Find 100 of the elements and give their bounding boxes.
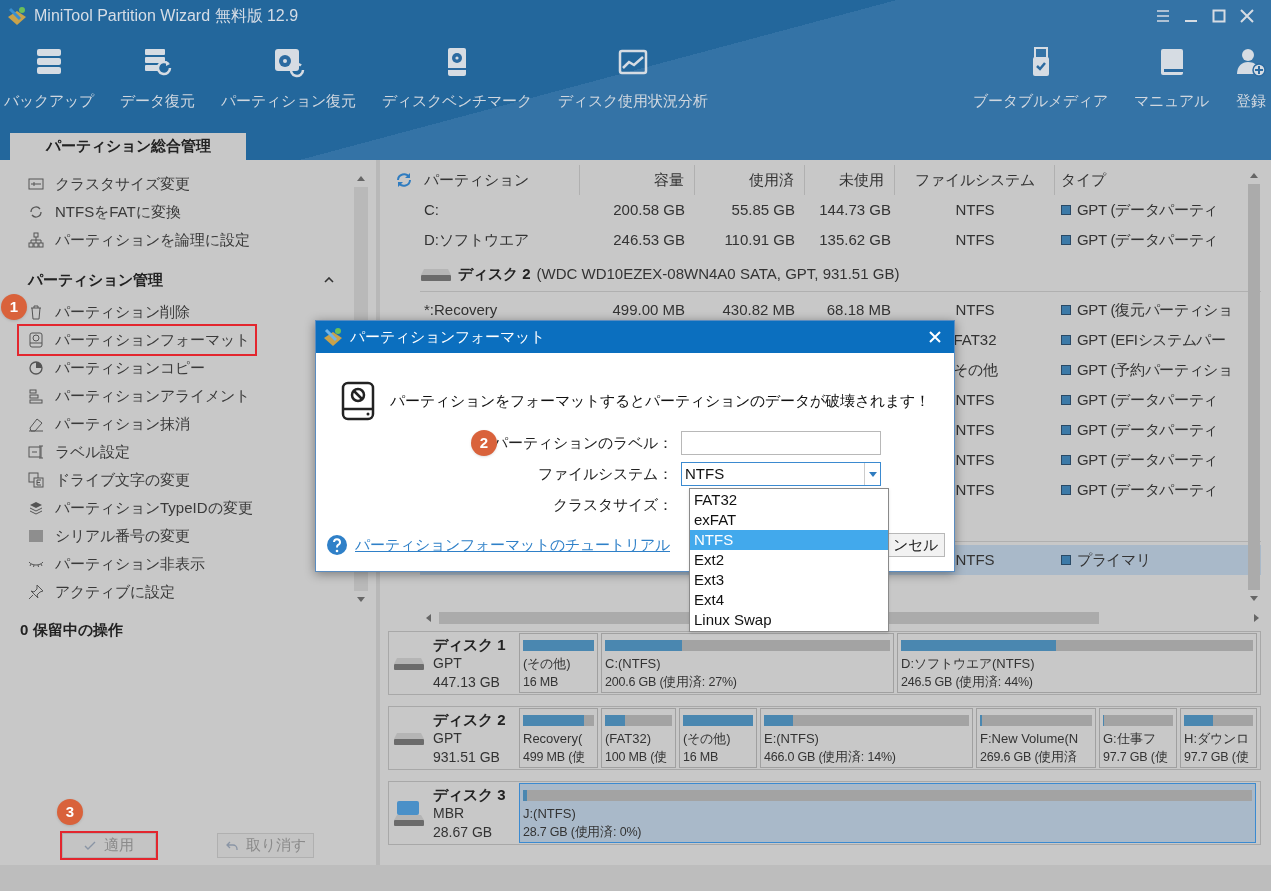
sidebar-item[interactable]: パーティションアライメント	[28, 382, 258, 410]
partition-block[interactable]: D:ソフトウエア(NTFS) 246.5 GB (使用済: 44%)	[897, 633, 1257, 693]
sidebar-item[interactable]: パーティションフォーマット	[19, 326, 255, 354]
input-field[interactable]	[681, 431, 881, 455]
partition-block[interactable]: G:仕事フ 97.7 GB (使	[1099, 708, 1177, 768]
toolbar-button[interactable]: データ復元	[120, 46, 195, 118]
table-cell: 430.82 MB	[722, 300, 795, 318]
hard-drive-icon	[393, 732, 425, 746]
toolbar-button[interactable]: 登録	[1235, 46, 1267, 118]
toolbar-button[interactable]: パーティション復元	[221, 46, 356, 118]
sidebar-item[interactable]: パーティションコピー	[28, 354, 213, 382]
partition-scheme: MBR	[433, 804, 466, 823]
close-icon	[1239, 8, 1255, 24]
toolbar-button[interactable]: マニュアル	[1134, 46, 1209, 118]
sidebar-item[interactable]: シリアル番号の変更	[28, 522, 198, 550]
square-icon	[1061, 235, 1071, 245]
square-icon	[1061, 455, 1071, 465]
tutorial-link[interactable]: パーティションフォーマットのチュートリアル	[355, 533, 670, 557]
table-cell: 200.58 GB	[613, 200, 685, 218]
partition-block[interactable]: (FAT32) 100 MB (使	[601, 708, 676, 768]
sidebar-item[interactable]: クラスタサイズ変更	[28, 170, 198, 198]
square-icon	[1061, 335, 1071, 345]
column-header[interactable]: 未使用	[805, 165, 895, 195]
sidebar-item[interactable]: アクティブに設定	[28, 578, 183, 606]
partition-size: 16 MB	[523, 674, 559, 691]
sidebar-item[interactable]: パーティション抹消	[28, 410, 198, 438]
table-cell: 135.62 GB	[819, 230, 891, 248]
column-header[interactable]: 使用済	[695, 165, 805, 195]
table-cell: FAT32	[953, 330, 997, 348]
partition-scheme: GPT	[433, 654, 463, 673]
partition-block[interactable]: E:(NTFS) 466.0 GB (使用済: 14%)	[760, 708, 973, 768]
partition-size: 97.7 GB (使	[1103, 749, 1168, 766]
disk-size: 931.51 GB	[433, 748, 501, 767]
usb-drive-icon	[393, 800, 425, 828]
disk-card[interactable]: ディスク 2 GPT 931.51 GB Recovery( 499 MB (使 (FAT32) 100 MB (使 (その他) 16 MB E:(NTFS) 466.0 GB (使用済: 14%) F:New Volume(N 269.6 GB (使用済 G:仕事フ 97.7 GB (使 H:ダウンロ 97.7 GB (使	[388, 706, 1261, 770]
partition-block[interactable]: (その他) 16 MB	[679, 708, 757, 768]
dropdown-option[interactable]: exFAT	[690, 510, 888, 530]
table-cell-text: GPT (データパーティ	[1077, 389, 1219, 410]
partition-size: 28.7 GB (使用済: 0%)	[523, 824, 642, 841]
sidebar-item[interactable]: パーティション非表示	[28, 550, 213, 578]
partition-block[interactable]: Recovery( 499 MB (使	[519, 708, 598, 768]
partition-block[interactable]: F:New Volume(N 269.6 GB (使用済	[976, 708, 1096, 768]
dropdown-option[interactable]: Ext2	[690, 550, 888, 570]
layers-icon	[28, 500, 44, 516]
partition-size: 100 MB (使	[605, 749, 667, 766]
toolbar-button[interactable]: ディスクベンチマーク	[382, 46, 532, 118]
scroll-down-icon	[1250, 596, 1258, 601]
toolbar-button[interactable]: ディスク使用状況分析	[558, 46, 708, 118]
table-cell: D:ソフトウエア	[424, 230, 529, 248]
sidebar-item[interactable]: パーティションを論理に設定	[28, 226, 258, 254]
partition-label: J:(NTFS)	[523, 805, 576, 823]
partition-label: D:ソフトウエア(NTFS)	[901, 655, 1035, 673]
dropdown[interactable]: NTFS	[681, 462, 881, 486]
column-header[interactable]: 容量	[580, 165, 695, 195]
disk-card[interactable]: ディスク 3 MBR 28.67 GB J:(NTFS) 28.7 GB (使用済: 0%)	[388, 781, 1261, 845]
step-number-badge: 2	[471, 430, 497, 456]
column-header[interactable]: タイプ	[1055, 165, 1245, 195]
sidebar-item[interactable]: パーティション削除	[28, 298, 198, 326]
dropdown-option[interactable]: FAT32	[690, 490, 888, 510]
square-icon	[1061, 365, 1071, 375]
user-plus-icon	[1235, 46, 1267, 78]
usage-bar	[523, 715, 594, 726]
dropdown-option[interactable]: Linux Swap	[690, 610, 888, 630]
disk-card[interactable]: ディスク 1 GPT 447.13 GB (その他) 16 MB C:(NTFS) 200.6 GB (使用済: 27%) D:ソフトウエア(NTFS) 246.5 GB (使用済: 44%)	[388, 631, 1261, 695]
table-cell: NTFS	[955, 420, 995, 438]
app-logo-icon	[322, 326, 344, 348]
sidebar-item[interactable]: ラベル設定	[28, 438, 138, 466]
usage-bar	[523, 640, 594, 651]
dropdown-option[interactable]: Ext3	[690, 570, 888, 590]
refresh-icon	[395, 171, 413, 189]
square-icon	[1061, 395, 1071, 405]
partition-block[interactable]: H:ダウンロ 97.7 GB (使	[1180, 708, 1257, 768]
sidebar-item[interactable]: パーティションTypeIDの変更	[28, 494, 261, 522]
table-cell: 246.53 GB	[613, 230, 685, 248]
cancel-button[interactable]: ンセル	[888, 533, 945, 557]
panel-tab[interactable]: パーティション総合管理	[10, 133, 246, 160]
partition-block[interactable]: (その他) 16 MB	[519, 633, 598, 693]
table-cell: その他	[952, 360, 998, 378]
square-icon	[1061, 485, 1071, 495]
scroll-left-icon	[426, 614, 431, 622]
partition-block[interactable]: C:(NTFS) 200.6 GB (使用済: 27%)	[601, 633, 894, 693]
partition-size: 499 MB (使	[523, 749, 585, 766]
table-cell: 499.00 MB	[612, 300, 685, 318]
dropdown-option[interactable]: Ext4	[690, 590, 888, 610]
column-header[interactable]: パーティション	[420, 165, 580, 195]
usage-bar	[1184, 715, 1253, 726]
menu-icon	[1155, 8, 1171, 24]
table-cell: NTFS	[955, 480, 995, 498]
toolbar-button[interactable]: ブータブルメディア	[973, 46, 1108, 118]
sidebar-item[interactable]: NTFSをFATに変換	[28, 198, 189, 226]
partition-block[interactable]: J:(NTFS) 28.7 GB (使用済: 0%)	[519, 783, 1256, 843]
column-header[interactable]: ファイルシステム	[895, 165, 1055, 195]
square-icon	[1061, 305, 1071, 315]
sync-icon	[28, 204, 44, 220]
toolbar-button[interactable]: バックアップ	[4, 46, 94, 118]
eraser-icon	[28, 416, 44, 432]
sidebar-item[interactable]: ドライブ文字の変更	[28, 466, 198, 494]
table-cell: NTFS	[955, 230, 995, 248]
warning-message: パーティションをフォーマットするとパーティションのデータが破壊されます！	[390, 390, 930, 411]
partition-label: (その他)	[683, 730, 731, 748]
